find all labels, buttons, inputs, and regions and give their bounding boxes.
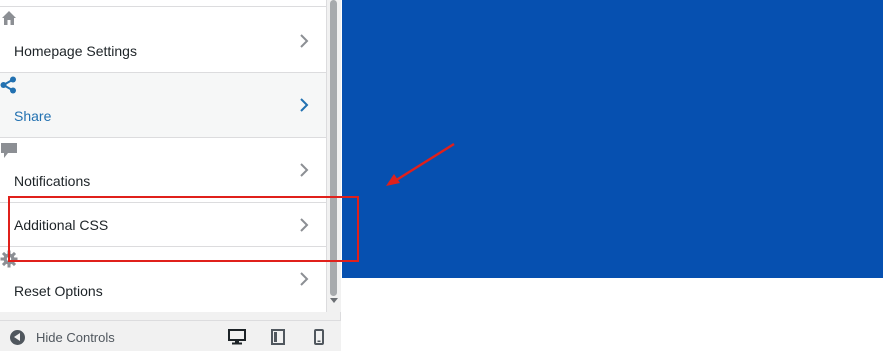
tablet-icon[interactable] xyxy=(268,328,288,346)
sections-list: Homepage Settings Share Notifications Ad… xyxy=(0,0,327,312)
chevron-right-icon xyxy=(300,98,309,112)
section-share[interactable]: Share xyxy=(0,73,326,138)
scroll-down-arrow-icon[interactable] xyxy=(330,298,338,303)
home-icon xyxy=(0,9,18,27)
chevron-right-icon xyxy=(300,163,309,177)
site-preview xyxy=(342,0,883,278)
share-icon xyxy=(0,76,18,94)
customizer-footer: Hide Controls xyxy=(0,320,341,351)
section-label-reset-options: Reset Options xyxy=(14,283,103,299)
customizer-sidebar: Homepage Settings Share Notifications Ad… xyxy=(0,0,341,351)
chevron-right-icon xyxy=(300,272,309,286)
hide-controls-button[interactable]: Hide Controls xyxy=(10,328,115,346)
section-label-homepage-settings: Homepage Settings xyxy=(14,43,137,59)
section-homepage-settings[interactable]: Homepage Settings xyxy=(0,6,326,73)
collapse-arrow-icon xyxy=(10,329,25,345)
section-label-share: Share xyxy=(14,108,52,124)
section-label-notifications: Notifications xyxy=(14,173,91,189)
desktop-icon[interactable] xyxy=(227,328,247,346)
highlight-annotation xyxy=(8,196,359,262)
comment-icon xyxy=(0,142,18,160)
arrow-annotation-icon xyxy=(386,142,455,186)
customizer-screen: Homepage Settings Share Notifications Ad… xyxy=(0,0,883,351)
section-notifications[interactable]: Notifications xyxy=(0,138,326,203)
mobile-icon[interactable] xyxy=(309,328,329,346)
hide-controls-label: Hide Controls xyxy=(36,329,115,345)
sidebar-scrollbar[interactable] xyxy=(327,0,341,312)
chevron-right-icon xyxy=(300,34,309,48)
